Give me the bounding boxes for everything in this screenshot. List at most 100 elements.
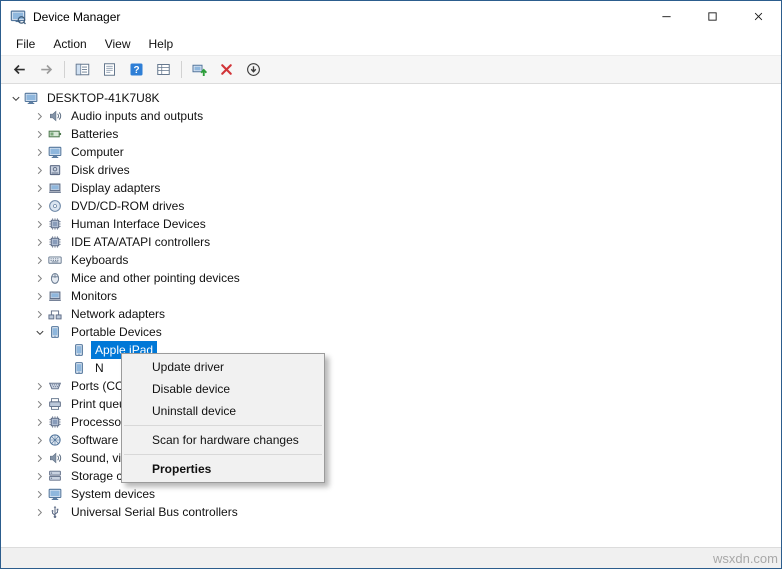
chevron-right-icon[interactable] — [31, 180, 47, 196]
update-driver-button[interactable] — [186, 57, 213, 82]
context-menu-item-scan-for-hardware-changes[interactable]: Scan for hardware changes — [122, 429, 324, 451]
tree-item-label: Portable Devices — [71, 325, 162, 339]
arrow-right-icon — [39, 62, 54, 77]
display-adapter-icon — [47, 181, 62, 196]
export-list-button[interactable] — [150, 57, 177, 82]
tree-item-label: DESKTOP-41K7U8K — [47, 91, 160, 105]
forward-button[interactable] — [33, 57, 60, 82]
tree-item-label: Disk drives — [71, 163, 130, 177]
tree-item-label: DVD/CD-ROM drives — [71, 199, 185, 213]
portable-device-icon — [71, 361, 86, 376]
chevron-right-icon[interactable] — [31, 126, 47, 142]
chevron-right-icon[interactable] — [31, 306, 47, 322]
chevron-right-icon[interactable] — [31, 216, 47, 232]
usb-icon — [47, 505, 62, 520]
battery-icon — [47, 127, 62, 142]
sound-controller-icon — [47, 451, 62, 466]
chevron-right-icon[interactable] — [31, 270, 47, 286]
printer-icon — [47, 397, 62, 412]
properties-button[interactable] — [96, 57, 123, 82]
tree-item-dvd-cd-rom-drives[interactable]: DVD/CD-ROM drives — [1, 197, 781, 215]
tree-item-desktop-41k7u8k[interactable]: DESKTOP-41K7U8K — [1, 89, 781, 107]
watermark: wsxdn.com — [712, 550, 778, 566]
chevron-right-icon[interactable] — [31, 378, 47, 394]
tree-item-label: Universal Serial Bus controllers — [71, 505, 238, 519]
tree-item-label: Mice and other pointing devices — [71, 271, 240, 285]
maximize-button[interactable] — [689, 1, 735, 32]
minimize-icon — [661, 11, 672, 22]
menu-help[interactable]: Help — [140, 34, 183, 54]
computer-icon — [47, 145, 62, 160]
scan-hardware-icon — [246, 62, 261, 77]
menu-view[interactable]: View — [96, 34, 140, 54]
context-menu-item-update-driver[interactable]: Update driver — [122, 356, 324, 378]
tree-item-label: Batteries — [71, 127, 119, 141]
tree-item-disk-drives[interactable]: Disk drives — [1, 161, 781, 179]
chevron-right-icon[interactable] — [31, 486, 47, 502]
device-manager-icon — [10, 9, 26, 25]
context-menu-separator — [124, 425, 322, 426]
context-menu-item-disable-device[interactable]: Disable device — [122, 378, 324, 400]
chevron-right-icon[interactable] — [31, 396, 47, 412]
chevron-right-icon[interactable] — [31, 252, 47, 268]
tree-item-portable-devices[interactable]: Portable Devices — [1, 323, 781, 341]
uninstall-device-button[interactable] — [213, 57, 240, 82]
tree-item-software-devices[interactable]: Software devices — [1, 431, 781, 449]
tree-item-label: Audio inputs and outputs — [71, 109, 204, 123]
chevron-right-icon[interactable] — [31, 162, 47, 178]
tree-item-n[interactable]: N — [1, 359, 781, 377]
chevron-right-icon[interactable] — [31, 288, 47, 304]
chevron-right-icon[interactable] — [31, 504, 47, 520]
tree-item-display-adapters[interactable]: Display adapters — [1, 179, 781, 197]
tree-item-system-devices[interactable]: System devices — [1, 485, 781, 503]
window-title: Device Manager — [33, 9, 121, 24]
menu-file[interactable]: File — [7, 34, 44, 54]
minimize-button[interactable] — [643, 1, 689, 32]
tree-item-audio-inputs-and-outputs[interactable]: Audio inputs and outputs — [1, 107, 781, 125]
chevron-right-icon[interactable] — [31, 234, 47, 250]
chevron-right-icon[interactable] — [31, 198, 47, 214]
tree-item-sound-video-and-game-controllers[interactable]: Sound, video and game controllers — [1, 449, 781, 467]
context-menu-item-properties[interactable]: Properties — [122, 458, 324, 480]
tree-item-ports-com-lpt[interactable]: Ports (COM & LPT) — [1, 377, 781, 395]
chevron-right-icon[interactable] — [31, 144, 47, 160]
tree-item-ide-ata-atapi-controllers[interactable]: IDE ATA/ATAPI controllers — [1, 233, 781, 251]
tree-item-keyboards[interactable]: Keyboards — [1, 251, 781, 269]
tree-item-print-queues[interactable]: Print queues — [1, 395, 781, 413]
tree-item-monitors[interactable]: Monitors — [1, 287, 781, 305]
tree-item-computer[interactable]: Computer — [1, 143, 781, 161]
window-controls — [643, 1, 781, 32]
tree-item-universal-serial-bus-controllers[interactable]: Universal Serial Bus controllers — [1, 503, 781, 521]
network-adapter-icon — [47, 307, 62, 322]
tree-item-processors[interactable]: Processors — [1, 413, 781, 431]
tree-item-network-adapters[interactable]: Network adapters — [1, 305, 781, 323]
storage-controller-icon — [47, 469, 62, 484]
tree-item-human-interface-devices[interactable]: Human Interface Devices — [1, 215, 781, 233]
chevron-right-icon[interactable] — [31, 414, 47, 430]
chevron-down-icon[interactable] — [7, 90, 23, 106]
chevron-down-icon[interactable] — [31, 324, 47, 340]
tree-item-label: Display adapters — [71, 181, 161, 195]
tree-item-label: Computer — [71, 145, 124, 159]
show-console-tree-button[interactable] — [69, 57, 96, 82]
maximize-icon — [707, 11, 718, 22]
menu-action[interactable]: Action — [44, 34, 95, 54]
device-manager-window: Device Manager File Action View Help ? DESK… — [0, 0, 782, 569]
chevron-right-icon[interactable] — [31, 450, 47, 466]
update-driver-icon — [192, 62, 207, 77]
help-button[interactable]: ? — [123, 57, 150, 82]
back-button[interactable] — [6, 57, 33, 82]
chevron-right-icon[interactable] — [31, 108, 47, 124]
tree-item-apple-ipad[interactable]: Apple iPad — [1, 341, 781, 359]
chevron-right-icon[interactable] — [31, 432, 47, 448]
tree-item-storage-controllers[interactable]: Storage controllers — [1, 467, 781, 485]
tree-item-mice-and-other-pointing-devices[interactable]: Mice and other pointing devices — [1, 269, 781, 287]
tree-item-batteries[interactable]: Batteries — [1, 125, 781, 143]
context-menu-item-uninstall-device[interactable]: Uninstall device — [122, 400, 324, 422]
chevron-right-icon[interactable] — [31, 468, 47, 484]
arrow-left-icon — [12, 62, 27, 77]
serial-port-icon — [47, 379, 62, 394]
close-button[interactable] — [735, 1, 781, 32]
scan-hardware-changes-button[interactable] — [240, 57, 267, 82]
